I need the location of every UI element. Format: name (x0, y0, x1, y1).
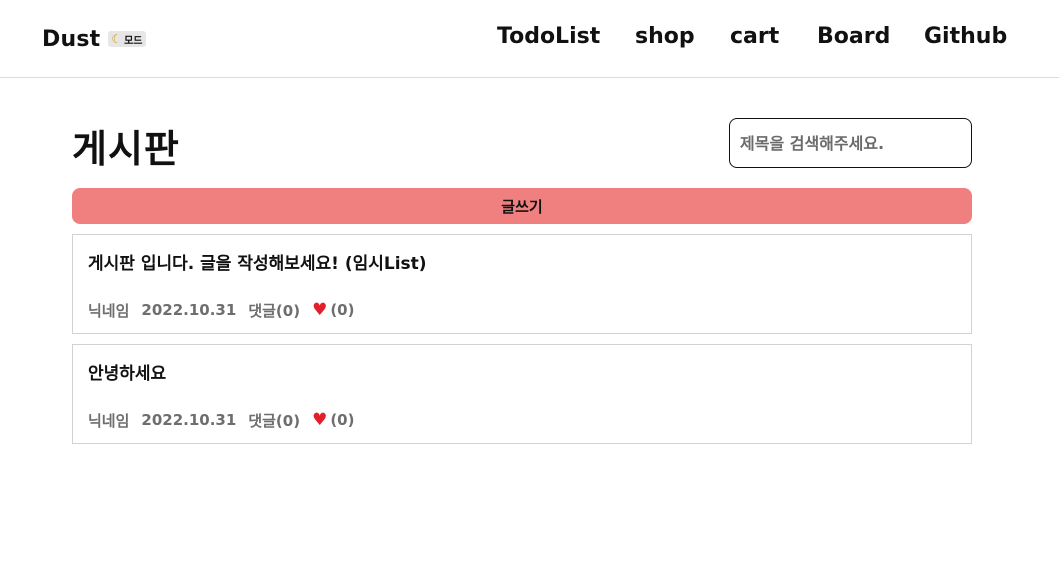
mode-label: 모드 (124, 35, 143, 47)
post-like-button[interactable]: ♥ (0) (312, 411, 354, 429)
search-input[interactable] (729, 118, 972, 168)
post-title[interactable]: 게시판 입니다. 글을 작성해보세요! (임시List) (88, 249, 427, 274)
post-title[interactable]: 안녕하세요 (88, 359, 166, 384)
theme-mode-toggle[interactable]: ☾ 모드 (108, 31, 146, 47)
heart-icon: ♥ (312, 409, 328, 430)
heart-icon: ♥ (312, 299, 328, 320)
nav-link-cart[interactable]: cart (730, 24, 779, 49)
top-navbar: Dust ☾ 모드 TodoList shop cart Board Githu… (0, 0, 1059, 78)
post-like-count: (0) (330, 301, 355, 319)
post-date: 2022.10.31 (141, 301, 237, 319)
post-author: 닉네임 (88, 301, 130, 320)
brand-logo-text[interactable]: Dust (42, 27, 100, 52)
post-meta: 닉네임 2022.10.31 댓글(0) ♥ (0) (88, 299, 354, 321)
post-author: 닉네임 (88, 411, 130, 430)
post-comment-count: 댓글(0) (248, 301, 301, 320)
nav-link-board[interactable]: Board (817, 24, 890, 49)
post-like-count: (0) (330, 411, 355, 429)
post-like-button[interactable]: ♥ (0) (312, 301, 354, 319)
post-meta: 닉네임 2022.10.31 댓글(0) ♥ (0) (88, 409, 354, 431)
brand[interactable]: Dust ☾ 모드 (42, 24, 146, 54)
moon-icon: ☾ (111, 32, 123, 46)
post-card[interactable]: 안녕하세요 닉네임 2022.10.31 댓글(0) ♥ (0) (72, 344, 972, 444)
post-card[interactable]: 게시판 입니다. 글을 작성해보세요! (임시List) 닉네임 2022.10… (72, 234, 972, 334)
nav-link-shop[interactable]: shop (635, 24, 695, 49)
nav-link-todolist[interactable]: TodoList (497, 24, 600, 49)
write-post-button[interactable]: 글쓰기 (72, 188, 972, 224)
page-title: 게시판 (72, 127, 180, 171)
post-comment-count: 댓글(0) (248, 411, 301, 430)
post-date: 2022.10.31 (141, 411, 237, 429)
nav-link-github[interactable]: Github (924, 24, 1007, 49)
